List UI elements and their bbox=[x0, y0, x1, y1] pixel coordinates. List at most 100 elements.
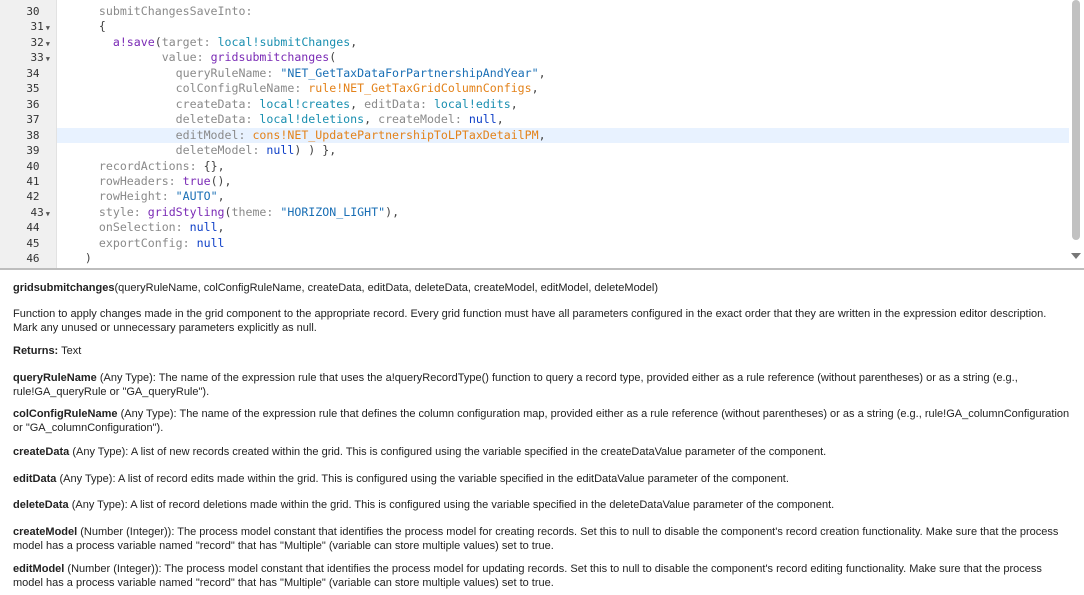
code-token: local!edits bbox=[433, 96, 511, 111]
panel-divider[interactable] bbox=[0, 268, 1084, 270]
line-number-text: 34 bbox=[26, 66, 40, 80]
code-token: (), bbox=[210, 173, 232, 188]
returns-line: Returns: Text bbox=[13, 345, 1073, 359]
line-number: 44 bbox=[0, 220, 56, 237]
fold-arrow-icon[interactable]: ▼ bbox=[46, 24, 50, 32]
code-line[interactable]: createData: local!creates, editData: loc… bbox=[57, 97, 1069, 112]
code-token: , bbox=[350, 34, 358, 49]
code-token: deleteData: bbox=[57, 112, 260, 127]
line-number-text: 31 bbox=[30, 20, 44, 34]
scroll-down-arrow-icon[interactable] bbox=[1071, 253, 1081, 259]
code-token: ), bbox=[385, 204, 400, 219]
line-number-text: 45 bbox=[26, 236, 40, 250]
param-text: (Any Type): The name of the expression r… bbox=[13, 408, 1070, 434]
code-token: exportConfig: bbox=[57, 235, 197, 250]
code-token: cons!NET_UpdatePartnershipToLPTaxDetailP… bbox=[252, 127, 539, 142]
code-line[interactable]: deleteData: local!deletions, createModel… bbox=[57, 112, 1069, 127]
line-number-text: 46 bbox=[26, 252, 40, 266]
code-line[interactable]: value: gridsubmitchanges( bbox=[57, 50, 1069, 65]
code-line[interactable]: colConfigRuleName: rule!NET_GetTaxGridCo… bbox=[57, 81, 1069, 96]
line-number-text: 43 bbox=[30, 205, 44, 219]
param-description-editData: editData (Any Type): A list of record ed… bbox=[13, 473, 1073, 487]
param-text: (Any Type): A list of new records create… bbox=[69, 446, 827, 458]
line-number: 34 bbox=[0, 66, 56, 83]
fold-arrow-icon[interactable]: ▼ bbox=[46, 55, 50, 63]
line-number-gutter: 30 31 ▼ 32 ▼ 33 ▼ 34 35 36 37 38 39 40 41 42 4… bbox=[0, 0, 57, 268]
param-description-editModel: editModel (Number (Integer)): The proces… bbox=[13, 563, 1073, 590]
param-name: createData bbox=[13, 446, 70, 458]
line-number: 36 bbox=[0, 97, 56, 114]
param-description-queryRuleName: queryRuleName (Any Type): The name of th… bbox=[13, 372, 1073, 399]
fold-arrow-icon[interactable]: ▼ bbox=[46, 40, 50, 48]
code-token: ( bbox=[154, 34, 162, 49]
code-token: null bbox=[189, 220, 218, 235]
param-name: editData bbox=[13, 473, 57, 485]
code-line[interactable]: rowHeight: "AUTO", bbox=[57, 189, 1069, 204]
function-description: Function to apply changes made in the gr… bbox=[13, 308, 1047, 334]
code-line-highlighted[interactable]: editModel: cons!NET_UpdatePartnershipToL… bbox=[57, 127, 1069, 143]
line-number: 35 bbox=[0, 81, 56, 98]
code-token: onSelection: bbox=[57, 220, 190, 235]
line-number-text: 32 bbox=[30, 35, 44, 49]
code-token: ) bbox=[57, 251, 92, 266]
line-number: 32 ▼ bbox=[0, 35, 56, 52]
param-description-createData: createData (Any Type): A list of new rec… bbox=[13, 446, 1073, 460]
code-token: , bbox=[217, 158, 225, 173]
code-token: { bbox=[57, 19, 106, 34]
code-line[interactable]: exportConfig: null bbox=[57, 236, 1069, 251]
code-token: ( bbox=[224, 204, 232, 219]
code-token: local!submitChanges bbox=[217, 34, 351, 49]
code-line[interactable]: { bbox=[57, 19, 1069, 34]
code-token: createData: bbox=[57, 96, 260, 111]
code-line[interactable]: queryRuleName: "NET_GetTaxDataForPartner… bbox=[57, 66, 1069, 81]
line-number: 37 bbox=[0, 112, 56, 129]
code-token: target: bbox=[161, 34, 218, 49]
code-token: , bbox=[538, 127, 546, 142]
scrollbar-thumb[interactable] bbox=[1072, 0, 1080, 240]
line-number: 41 bbox=[0, 174, 56, 191]
line-number: 40 bbox=[0, 159, 56, 176]
line-number-text: 44 bbox=[26, 221, 40, 235]
line-number-text: 35 bbox=[26, 82, 40, 96]
code-line[interactable]: recordActions: {}, bbox=[57, 159, 1069, 174]
fold-arrow-icon[interactable]: ▼ bbox=[46, 210, 50, 218]
code-token: local!deletions bbox=[259, 112, 365, 127]
returns-value: Text bbox=[58, 345, 82, 357]
code-area[interactable]: submitChangesSaveInto: { a!save(target: … bbox=[57, 0, 1069, 268]
code-token: "HORIZON_LIGHT" bbox=[280, 204, 386, 219]
expression-editor[interactable]: 30 31 ▼ 32 ▼ 33 ▼ 34 35 36 37 38 39 40 41 42 4… bbox=[0, 0, 1084, 268]
code-token: null bbox=[468, 112, 497, 127]
line-number-text: 30 bbox=[26, 5, 40, 18]
code-line[interactable]: a!save(target: local!submitChanges, bbox=[57, 35, 1069, 50]
code-line[interactable]: submitChangesSaveInto: bbox=[57, 4, 1069, 19]
code-token: deleteModel: bbox=[57, 143, 267, 158]
line-number: 39 bbox=[0, 143, 56, 160]
editor-scrollbar[interactable] bbox=[1069, 0, 1084, 268]
param-name: queryRuleName bbox=[13, 372, 97, 384]
line-number: 33 ▼ bbox=[0, 50, 56, 67]
code-token: "AUTO" bbox=[175, 189, 218, 204]
code-line[interactable]: onSelection: null, bbox=[57, 220, 1069, 235]
code-line[interactable]: rowHeaders: true(), bbox=[57, 174, 1069, 189]
code-line[interactable]: style: gridStyling(theme: "HORIZON_LIGHT… bbox=[57, 205, 1069, 220]
param-text: (Number (Integer)): The process model co… bbox=[13, 563, 1042, 589]
line-number-text: 42 bbox=[26, 190, 40, 204]
code-token: gridStyling bbox=[147, 204, 225, 219]
line-number: 31 ▼ bbox=[0, 19, 56, 36]
code-token: , bbox=[510, 96, 518, 111]
code-line[interactable]: ) bbox=[57, 251, 1069, 266]
code-token: , bbox=[538, 65, 546, 80]
code-token: a!save bbox=[57, 34, 155, 49]
code-token: gridsubmitchanges bbox=[210, 50, 330, 65]
code-token: recordActions: bbox=[57, 158, 204, 173]
line-number-text: 37 bbox=[26, 113, 40, 127]
code-line[interactable]: deleteModel: null) ) }, bbox=[57, 143, 1069, 158]
code-token: "NET_GetTaxDataForPartnershipAndYear" bbox=[280, 65, 539, 80]
